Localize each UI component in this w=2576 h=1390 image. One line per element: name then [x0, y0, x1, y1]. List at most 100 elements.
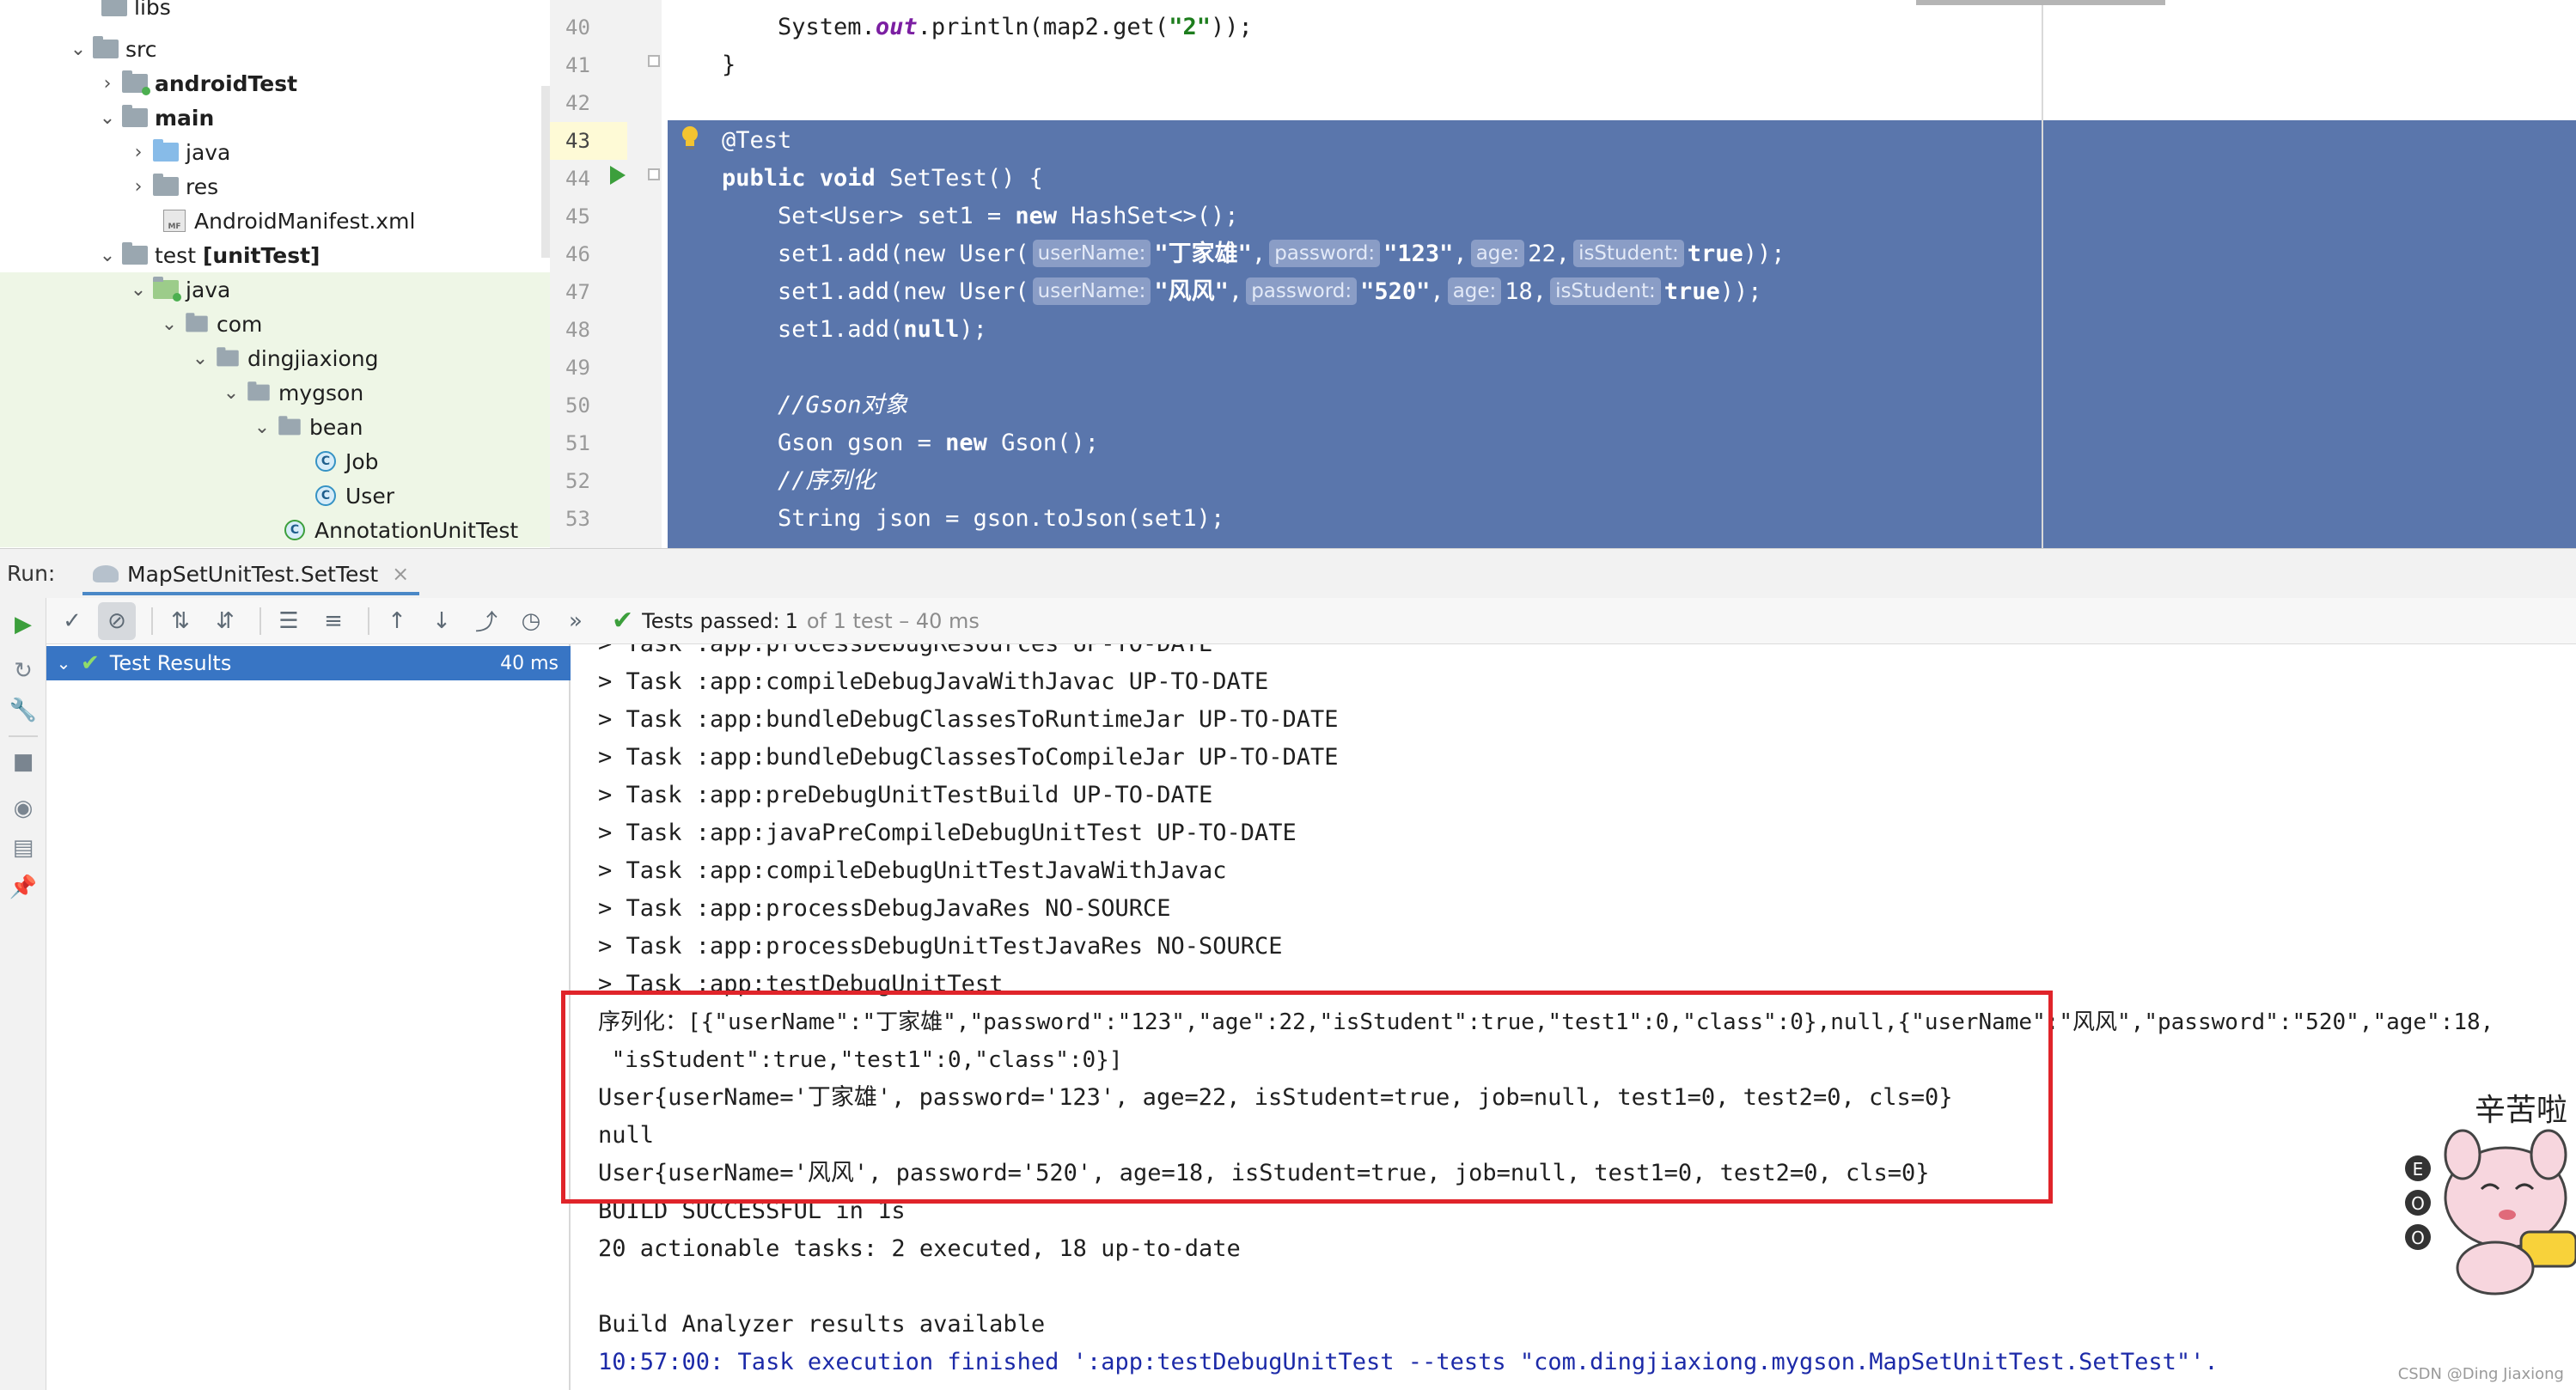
chevron-down-icon[interactable]: ⌄ — [95, 238, 120, 272]
tree-item-manifest[interactable]: MF AndroidManifest.xml — [0, 204, 550, 238]
tree-item-res[interactable]: › res — [0, 169, 550, 204]
chevron-down-icon[interactable]: ⌄ — [156, 307, 182, 341]
test-results-tree: ⌄ ✔ Test Results 40 ms — [46, 644, 571, 1390]
console-line: > Task :app:bundleDebugClassesToCompileJ… — [598, 744, 1339, 771]
tree-item-src[interactable]: ⌄ src — [0, 32, 550, 66]
line-number: 42 — [565, 91, 590, 115]
tree-item-test[interactable]: ⌄ test [unitTest] — [0, 238, 550, 272]
run-test-gutter-icon[interactable] — [610, 166, 626, 185]
tree-item-label: test [unitTest] — [155, 242, 320, 268]
expand-all-icon[interactable]: ☰ — [270, 602, 308, 640]
package-icon — [182, 307, 211, 341]
watermark: CSDN @Ding Jiaxiong — [2397, 1365, 2564, 1383]
rerun-failed-icon[interactable]: ↻ — [5, 653, 41, 689]
chevron-down-icon[interactable]: ⌄ — [95, 101, 120, 135]
folder-icon — [91, 32, 120, 66]
chevron-down-icon[interactable]: ⌄ — [249, 410, 275, 444]
code-line: set1.add(new User(userName: "丁家雄", passwor… — [722, 240, 1785, 267]
tab-run-configuration[interactable]: MapSetUnitTest.SetTest × — [82, 556, 420, 595]
chevron-down-icon[interactable]: ⌄ — [46, 653, 81, 674]
tree-item-label: mygson — [278, 380, 364, 405]
previous-test-icon[interactable]: ↑ — [378, 602, 416, 640]
chevron-down-icon[interactable]: ⌄ — [218, 375, 244, 410]
fold-marker-icon[interactable] — [648, 55, 660, 67]
parameter-hint: isStudent: — [1550, 277, 1661, 305]
check-icon: ✔ — [612, 606, 634, 636]
tree-item-label: libs — [134, 0, 171, 20]
tests-status: ✔ Tests passed: 1 of 1 test – 40 ms — [612, 606, 980, 636]
rerun-icon[interactable]: ▶ — [5, 607, 41, 643]
sticker-badge: O — [2411, 1193, 2425, 1214]
wrench-icon[interactable]: 🔧 — [5, 692, 41, 729]
code-line: Set<User> set1 = new HashSet<>(); — [722, 203, 1239, 229]
chevron-down-icon[interactable]: ⌄ — [187, 341, 213, 375]
tree-scrollbar[interactable] — [541, 86, 550, 258]
tree-item-libs[interactable]: libs — [0, 0, 550, 24]
chevron-right-icon[interactable]: › — [125, 135, 151, 169]
console-line: > Task :app:compileDebugJavaWithJavac UP… — [598, 668, 1269, 695]
tree-item-androidtest[interactable]: › androidTest — [0, 66, 550, 101]
show-ignored-icon[interactable]: ⊘ — [98, 601, 136, 640]
tree-item-java-main[interactable]: › java — [0, 135, 550, 169]
tree-item-user[interactable]: C User — [0, 479, 550, 513]
console-line: > Task :app:javaPreCompileDebugUnitTest … — [598, 820, 1297, 846]
chevron-right-icon[interactable]: › — [95, 66, 120, 101]
code-line: Gson gson = new Gson(); — [722, 430, 1099, 456]
tree-item-mygson[interactable]: ⌄ mygson — [0, 375, 550, 410]
manifest-file-icon: MF — [160, 204, 189, 238]
eye-icon[interactable]: ◉ — [5, 790, 41, 826]
layout-icon[interactable]: ▤ — [5, 830, 41, 866]
tree-item-bean[interactable]: ⌄ bean — [0, 410, 550, 444]
show-passed-icon[interactable]: ✓ — [53, 602, 91, 640]
code-line: public void SetTest() { — [722, 165, 1043, 192]
import-tests-icon[interactable]: ⤴ — [467, 602, 505, 640]
line-number: 47 — [565, 280, 590, 304]
test-duration: 40 ms — [500, 652, 559, 674]
chevron-down-icon[interactable]: ⌄ — [125, 272, 151, 307]
lightbulb-icon[interactable] — [681, 125, 699, 151]
cartoon-sticker: 辛苦啦 E O O — [2405, 1093, 2576, 1296]
code-line: String json = gson.toJson(set1); — [722, 505, 1225, 532]
class-icon: C — [311, 444, 340, 479]
next-test-icon[interactable]: ↓ — [423, 602, 461, 640]
parameter-hint: isStudent: — [1573, 240, 1684, 267]
tree-item-label: AndroidManifest.xml — [194, 208, 416, 234]
folder-icon — [120, 238, 150, 272]
line-number: 52 — [565, 469, 590, 493]
console-line: > Task :app:compileDebugUnitTestJavaWith… — [598, 857, 1227, 884]
sticker-badge: O — [2411, 1228, 2425, 1248]
tree-item-com[interactable]: ⌄ com — [0, 307, 550, 341]
collapse-all-icon[interactable]: ≡ — [314, 602, 352, 640]
test-results-row[interactable]: ⌄ ✔ Test Results 40 ms — [46, 646, 571, 680]
test-source-folder-icon — [151, 272, 181, 307]
tree-item-main[interactable]: ⌄ main — [0, 101, 550, 135]
close-icon[interactable]: × — [392, 562, 409, 586]
editor-scrollbar[interactable] — [1916, 0, 2165, 5]
fold-marker-icon[interactable] — [648, 168, 660, 180]
stop-icon[interactable]: ■ — [5, 744, 41, 780]
tree-item-dingjiaxiong[interactable]: ⌄ dingjiaxiong — [0, 341, 550, 375]
console-line: > Task :app:processDebugUnitTestJavaRes … — [598, 933, 1283, 960]
sort-duration-icon[interactable]: ⇵ — [206, 602, 244, 640]
tree-item-annotationunittest[interactable]: C AnnotationUnitTest — [0, 513, 550, 547]
chevron-down-icon[interactable]: ⌄ — [65, 32, 91, 66]
code-editor[interactable]: 40 41 42 43 44 45 46 47 48 49 50 51 52 5… — [550, 0, 2576, 548]
run-tool-window-header: Run: MapSetUnitTest.SetTest × — [0, 548, 2576, 598]
code-line: set1.add(null); — [722, 316, 987, 343]
parameter-hint: age: — [1447, 277, 1502, 305]
pin-icon[interactable]: 📌 — [5, 869, 41, 905]
line-number: 53 — [565, 507, 590, 531]
tree-item-java-test[interactable]: ⌄ java — [0, 272, 550, 307]
sort-alpha-icon[interactable]: ⇅ — [162, 602, 199, 640]
check-icon: ✔ — [81, 650, 100, 676]
history-icon[interactable]: ◷ — [512, 602, 550, 640]
line-number: 41 — [565, 53, 590, 77]
test-class-icon: C — [280, 513, 309, 547]
tree-item-job[interactable]: C Job — [0, 444, 550, 479]
more-icon[interactable]: » — [557, 602, 595, 640]
folder-icon — [120, 101, 150, 135]
line-number-current: 43 — [550, 122, 627, 160]
tree-item-label: bean — [309, 414, 363, 440]
code-line: @Test — [722, 127, 792, 154]
chevron-right-icon[interactable]: › — [125, 169, 151, 204]
